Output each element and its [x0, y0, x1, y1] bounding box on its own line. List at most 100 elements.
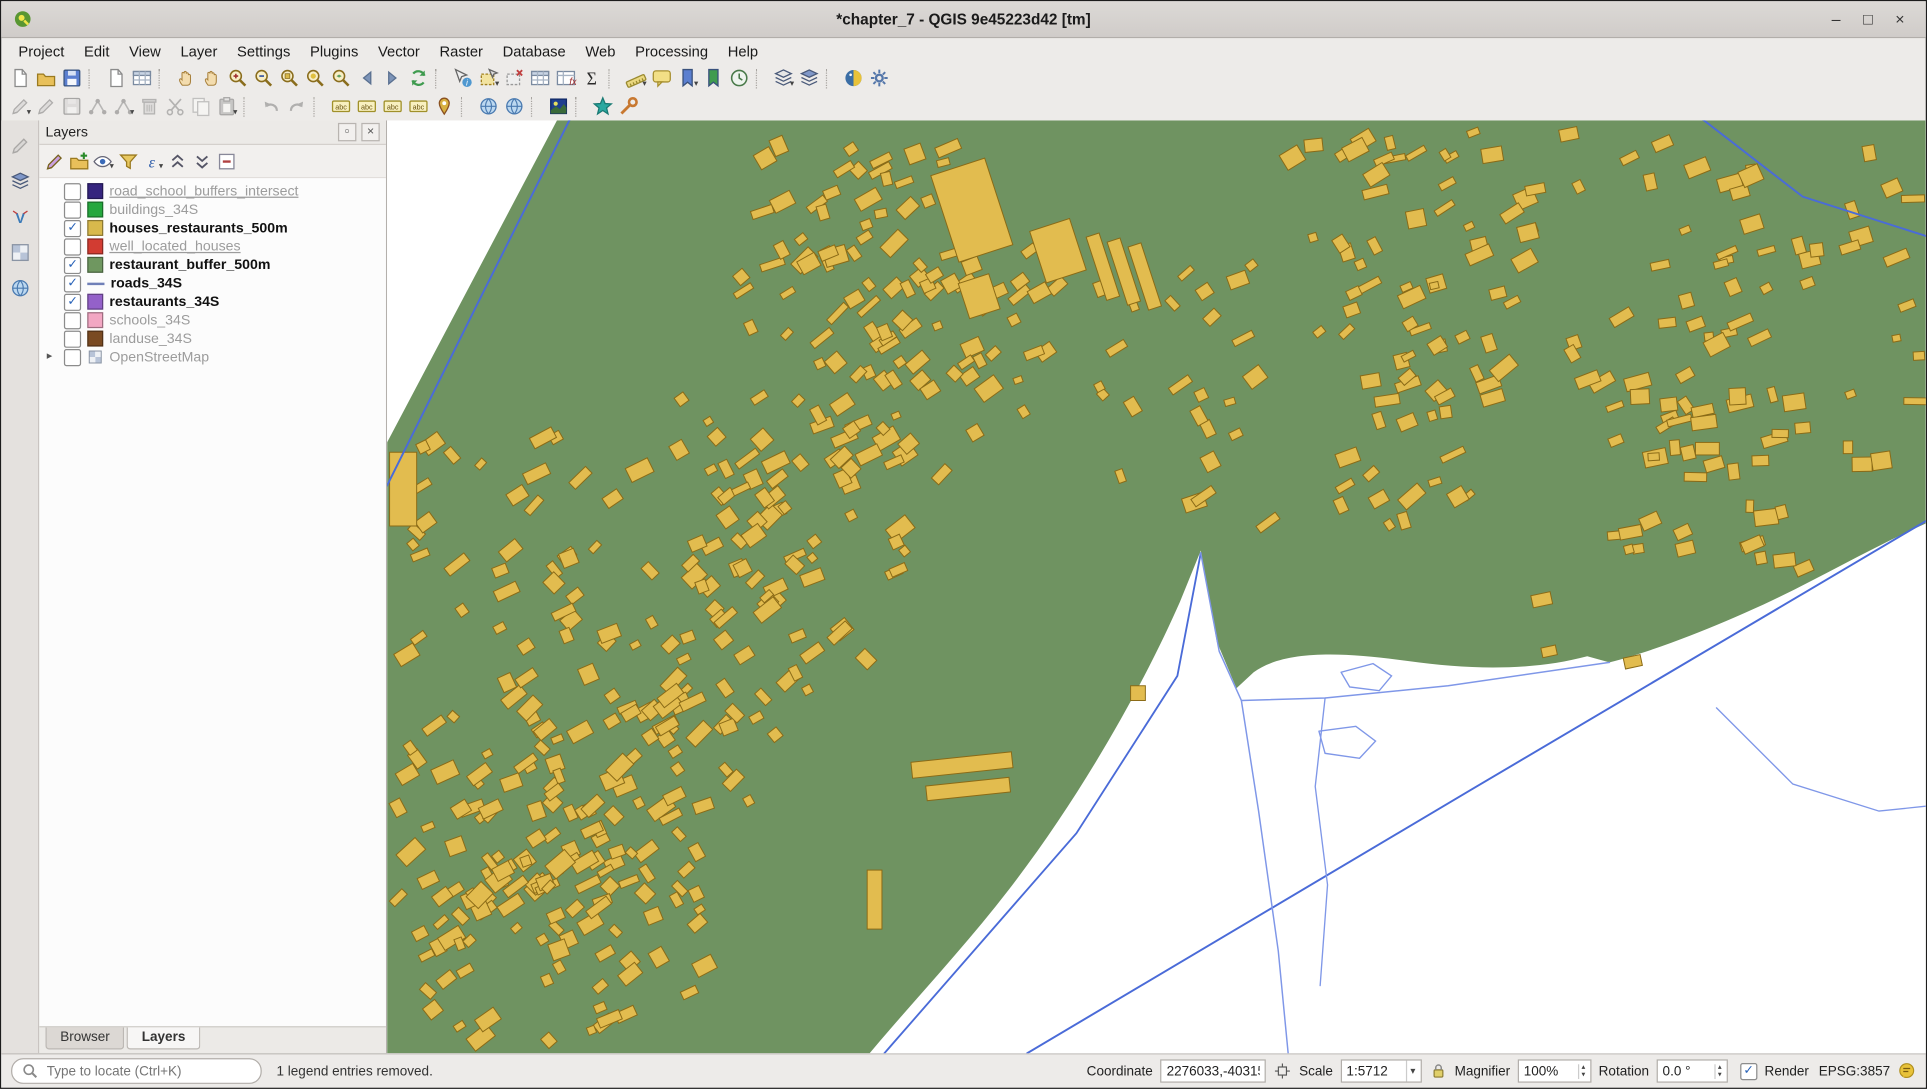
lock-icon[interactable]: [1429, 1062, 1447, 1080]
python-console-icon[interactable]: [841, 65, 867, 91]
open-project-icon[interactable]: [33, 65, 59, 91]
collapse-all-icon[interactable]: [189, 149, 214, 174]
menu-web[interactable]: Web: [576, 40, 626, 62]
menu-edit[interactable]: Edit: [74, 40, 119, 62]
layer-item-well_located_houses[interactable]: well_located_houses: [39, 237, 386, 255]
layer-label[interactable]: houses_restaurants_500m: [109, 221, 287, 236]
undo-icon[interactable]: [258, 93, 284, 119]
layer-label[interactable]: schools_34S: [109, 313, 190, 328]
spin-arrows-icon[interactable]: ▴▾: [1578, 1064, 1585, 1079]
locate-input[interactable]: [44, 1062, 252, 1079]
new-bookmark-icon[interactable]: ▾: [675, 65, 701, 91]
zoom-in-icon[interactable]: [225, 65, 251, 91]
data-source-manager-icon[interactable]: [796, 65, 822, 91]
extents-icon[interactable]: [1273, 1062, 1291, 1080]
select-features-icon[interactable]: ▾: [476, 65, 502, 91]
layer-label[interactable]: restaurant_buffer_500m: [109, 257, 270, 272]
chevron-down-icon[interactable]: ▾: [1405, 1061, 1415, 1082]
layer-diagram-icon[interactable]: abc: [354, 93, 380, 119]
layer-label[interactable]: landuse_34S: [109, 331, 192, 346]
filter-legend-icon[interactable]: [116, 149, 141, 174]
layer-checkbox[interactable]: [64, 330, 81, 347]
close-button[interactable]: ×: [1884, 10, 1916, 28]
save-layer-edits-icon[interactable]: [59, 93, 85, 119]
layer-item-restaurant_buffer_500m[interactable]: ✓restaurant_buffer_500m: [39, 256, 386, 274]
field-calculator-icon[interactable]: fx: [553, 65, 579, 91]
menu-plugins[interactable]: Plugins: [300, 40, 368, 62]
toggle-editing-icon[interactable]: [33, 93, 59, 119]
zoom-next-icon[interactable]: [380, 65, 406, 91]
mesh-dock-icon[interactable]: [7, 275, 33, 301]
menu-settings[interactable]: Settings: [227, 40, 300, 62]
raster-dock-icon[interactable]: [7, 240, 33, 266]
layer-checkbox[interactable]: [64, 201, 81, 218]
layer-checkbox[interactable]: [64, 238, 81, 255]
spin-arrows-icon[interactable]: ▴▾: [1714, 1064, 1721, 1079]
layer-item-houses_restaurants_500m[interactable]: ✓ houses_restaurants_500m: [39, 219, 386, 237]
label-move-icon[interactable]: abc: [380, 93, 406, 119]
messages-icon[interactable]: [1897, 1062, 1915, 1080]
refresh-map-icon[interactable]: [406, 65, 432, 91]
locate-box[interactable]: [11, 1058, 262, 1084]
layer-checkbox[interactable]: ✓: [64, 219, 81, 236]
layer-item-buildings_34S[interactable]: buildings_34S: [39, 200, 386, 218]
pan-map-icon[interactable]: [173, 65, 199, 91]
plugin-star-icon[interactable]: [590, 93, 616, 119]
rotation-spinbox[interactable]: 0.0 ° ▴▾: [1656, 1059, 1727, 1082]
map-tips-icon[interactable]: [649, 65, 675, 91]
pan-to-selection-icon[interactable]: [199, 65, 225, 91]
tab-layers[interactable]: Layers: [127, 1027, 200, 1049]
web-plugin-icon[interactable]: [501, 93, 527, 119]
menu-processing[interactable]: Processing: [625, 40, 718, 62]
layer-checkbox[interactable]: [64, 182, 81, 199]
label-change-icon[interactable]: abc: [406, 93, 432, 119]
layer-label[interactable]: buildings_34S: [109, 202, 198, 217]
redo-icon[interactable]: [284, 93, 310, 119]
tab-browser[interactable]: Browser: [45, 1027, 124, 1049]
float-panel-button[interactable]: ▫: [338, 123, 356, 141]
layer-label[interactable]: restaurants_34S: [109, 294, 219, 309]
current-edits-icon[interactable]: ▾: [7, 93, 33, 119]
deselect-features-icon[interactable]: [501, 65, 527, 91]
expander-icon[interactable]: ▸: [47, 349, 53, 363]
coordinate-input[interactable]: [1160, 1059, 1266, 1082]
save-project-icon[interactable]: [59, 65, 85, 91]
layer-item-landuse_34S[interactable]: landuse_34S: [39, 329, 386, 347]
minimize-button[interactable]: –: [1820, 10, 1852, 28]
plugin-wrench-icon[interactable]: [616, 93, 642, 119]
identify-features-icon[interactable]: i: [450, 65, 476, 91]
open-styling-panel-icon[interactable]: [42, 149, 67, 174]
layer-label[interactable]: well_located_houses: [109, 239, 240, 254]
scale-combo[interactable]: 1:5712 ▾: [1340, 1059, 1421, 1082]
layer-checkbox[interactable]: [64, 312, 81, 329]
layer-item-road_school_buffers_intersect[interactable]: road_school_buffers_intersect: [39, 182, 386, 200]
vector-dock-icon[interactable]: V: [7, 204, 33, 230]
zoom-to-layer-icon[interactable]: [328, 65, 354, 91]
measure-icon[interactable]: ▾: [623, 65, 649, 91]
layer-item-restaurants_34S[interactable]: ✓restaurants_34S: [39, 292, 386, 310]
processing-toolbox-icon[interactable]: [866, 65, 892, 91]
menu-vector[interactable]: Vector: [368, 40, 429, 62]
zoom-last-icon[interactable]: [354, 65, 380, 91]
temporal-controller-icon[interactable]: [726, 65, 752, 91]
show-bookmarks-icon[interactable]: [701, 65, 727, 91]
render-checkbox[interactable]: ✓: [1740, 1062, 1757, 1079]
zoom-full-icon[interactable]: [277, 65, 303, 91]
menu-layer[interactable]: Layer: [171, 40, 228, 62]
style-dock-icon[interactable]: [7, 133, 33, 159]
paste-features-icon[interactable]: ▾: [214, 93, 240, 119]
pin-labels-icon[interactable]: [431, 93, 457, 119]
crs-button[interactable]: EPSG:3857: [1819, 1064, 1890, 1079]
magnifier-spinbox[interactable]: 100% ▴▾: [1518, 1059, 1592, 1082]
remove-layer-icon[interactable]: [214, 149, 239, 174]
layout-manager-icon[interactable]: [129, 65, 155, 91]
data-source-dock-icon[interactable]: [7, 168, 33, 194]
open-attribute-table-icon[interactable]: [527, 65, 553, 91]
statistical-summary-icon[interactable]: Σ: [579, 65, 605, 91]
manage-map-themes-icon[interactable]: ▾: [91, 149, 116, 174]
filter-by-expression-icon[interactable]: ε▾: [140, 149, 165, 174]
layer-label[interactable]: road_school_buffers_intersect: [109, 184, 298, 199]
layer-item-OpenStreetMap[interactable]: ▸OpenStreetMap: [39, 348, 386, 366]
menu-project[interactable]: Project: [9, 40, 75, 62]
menu-help[interactable]: Help: [718, 40, 768, 62]
